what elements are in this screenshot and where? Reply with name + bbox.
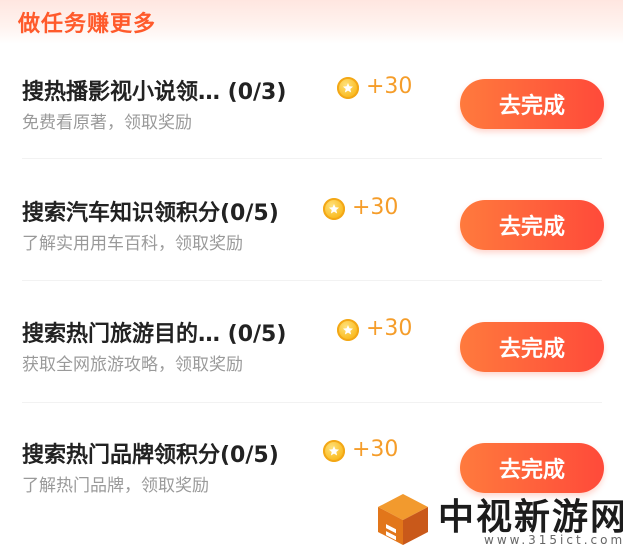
task-title: 搜热播影视小说领… (0/3) <box>22 80 287 105</box>
watermark-url: www.315ict.com <box>484 533 623 547</box>
task-item: 搜热播影视小说领… (0/3) +30 免费看原著，领取奖励 去完成 <box>0 74 623 174</box>
reward-points: +30 <box>366 74 413 99</box>
complete-task-button[interactable]: 去完成 <box>460 443 604 493</box>
task-item: 搜索热门旅游目的… (0/5) +30 获取全网旅游攻略，领取奖励 去完成 <box>0 316 623 416</box>
section-title: 做任务赚更多 <box>18 12 157 37</box>
task-title: 搜索热门旅游目的… (0/5) <box>22 322 287 347</box>
cube-logo-icon <box>378 494 428 545</box>
reward-points: +30 <box>352 437 399 462</box>
task-description: 了解热门品牌，领取奖励 <box>22 476 209 496</box>
task-description: 免费看原著，领取奖励 <box>22 113 192 133</box>
section-header: 做任务赚更多 <box>0 0 623 44</box>
divider <box>22 280 602 281</box>
divider <box>22 402 602 403</box>
coin-icon <box>323 198 345 220</box>
reward-points: +30 <box>366 316 413 341</box>
reward-points: +30 <box>352 195 399 220</box>
complete-task-button[interactable]: 去完成 <box>460 79 604 129</box>
complete-task-button[interactable]: 去完成 <box>460 200 604 250</box>
task-title: 搜索热门品牌领积分(0/5) <box>22 443 279 468</box>
task-title: 搜索汽车知识领积分(0/5) <box>22 201 279 226</box>
divider <box>22 158 602 159</box>
coin-icon <box>337 77 359 99</box>
task-description: 获取全网旅游攻略，领取奖励 <box>22 355 243 375</box>
watermark: 中视新游网 www.315ict.com <box>374 488 623 550</box>
coin-icon <box>337 319 359 341</box>
coin-icon <box>323 440 345 462</box>
task-description: 了解实用用车百科，领取奖励 <box>22 234 243 254</box>
complete-task-button[interactable]: 去完成 <box>460 322 604 372</box>
